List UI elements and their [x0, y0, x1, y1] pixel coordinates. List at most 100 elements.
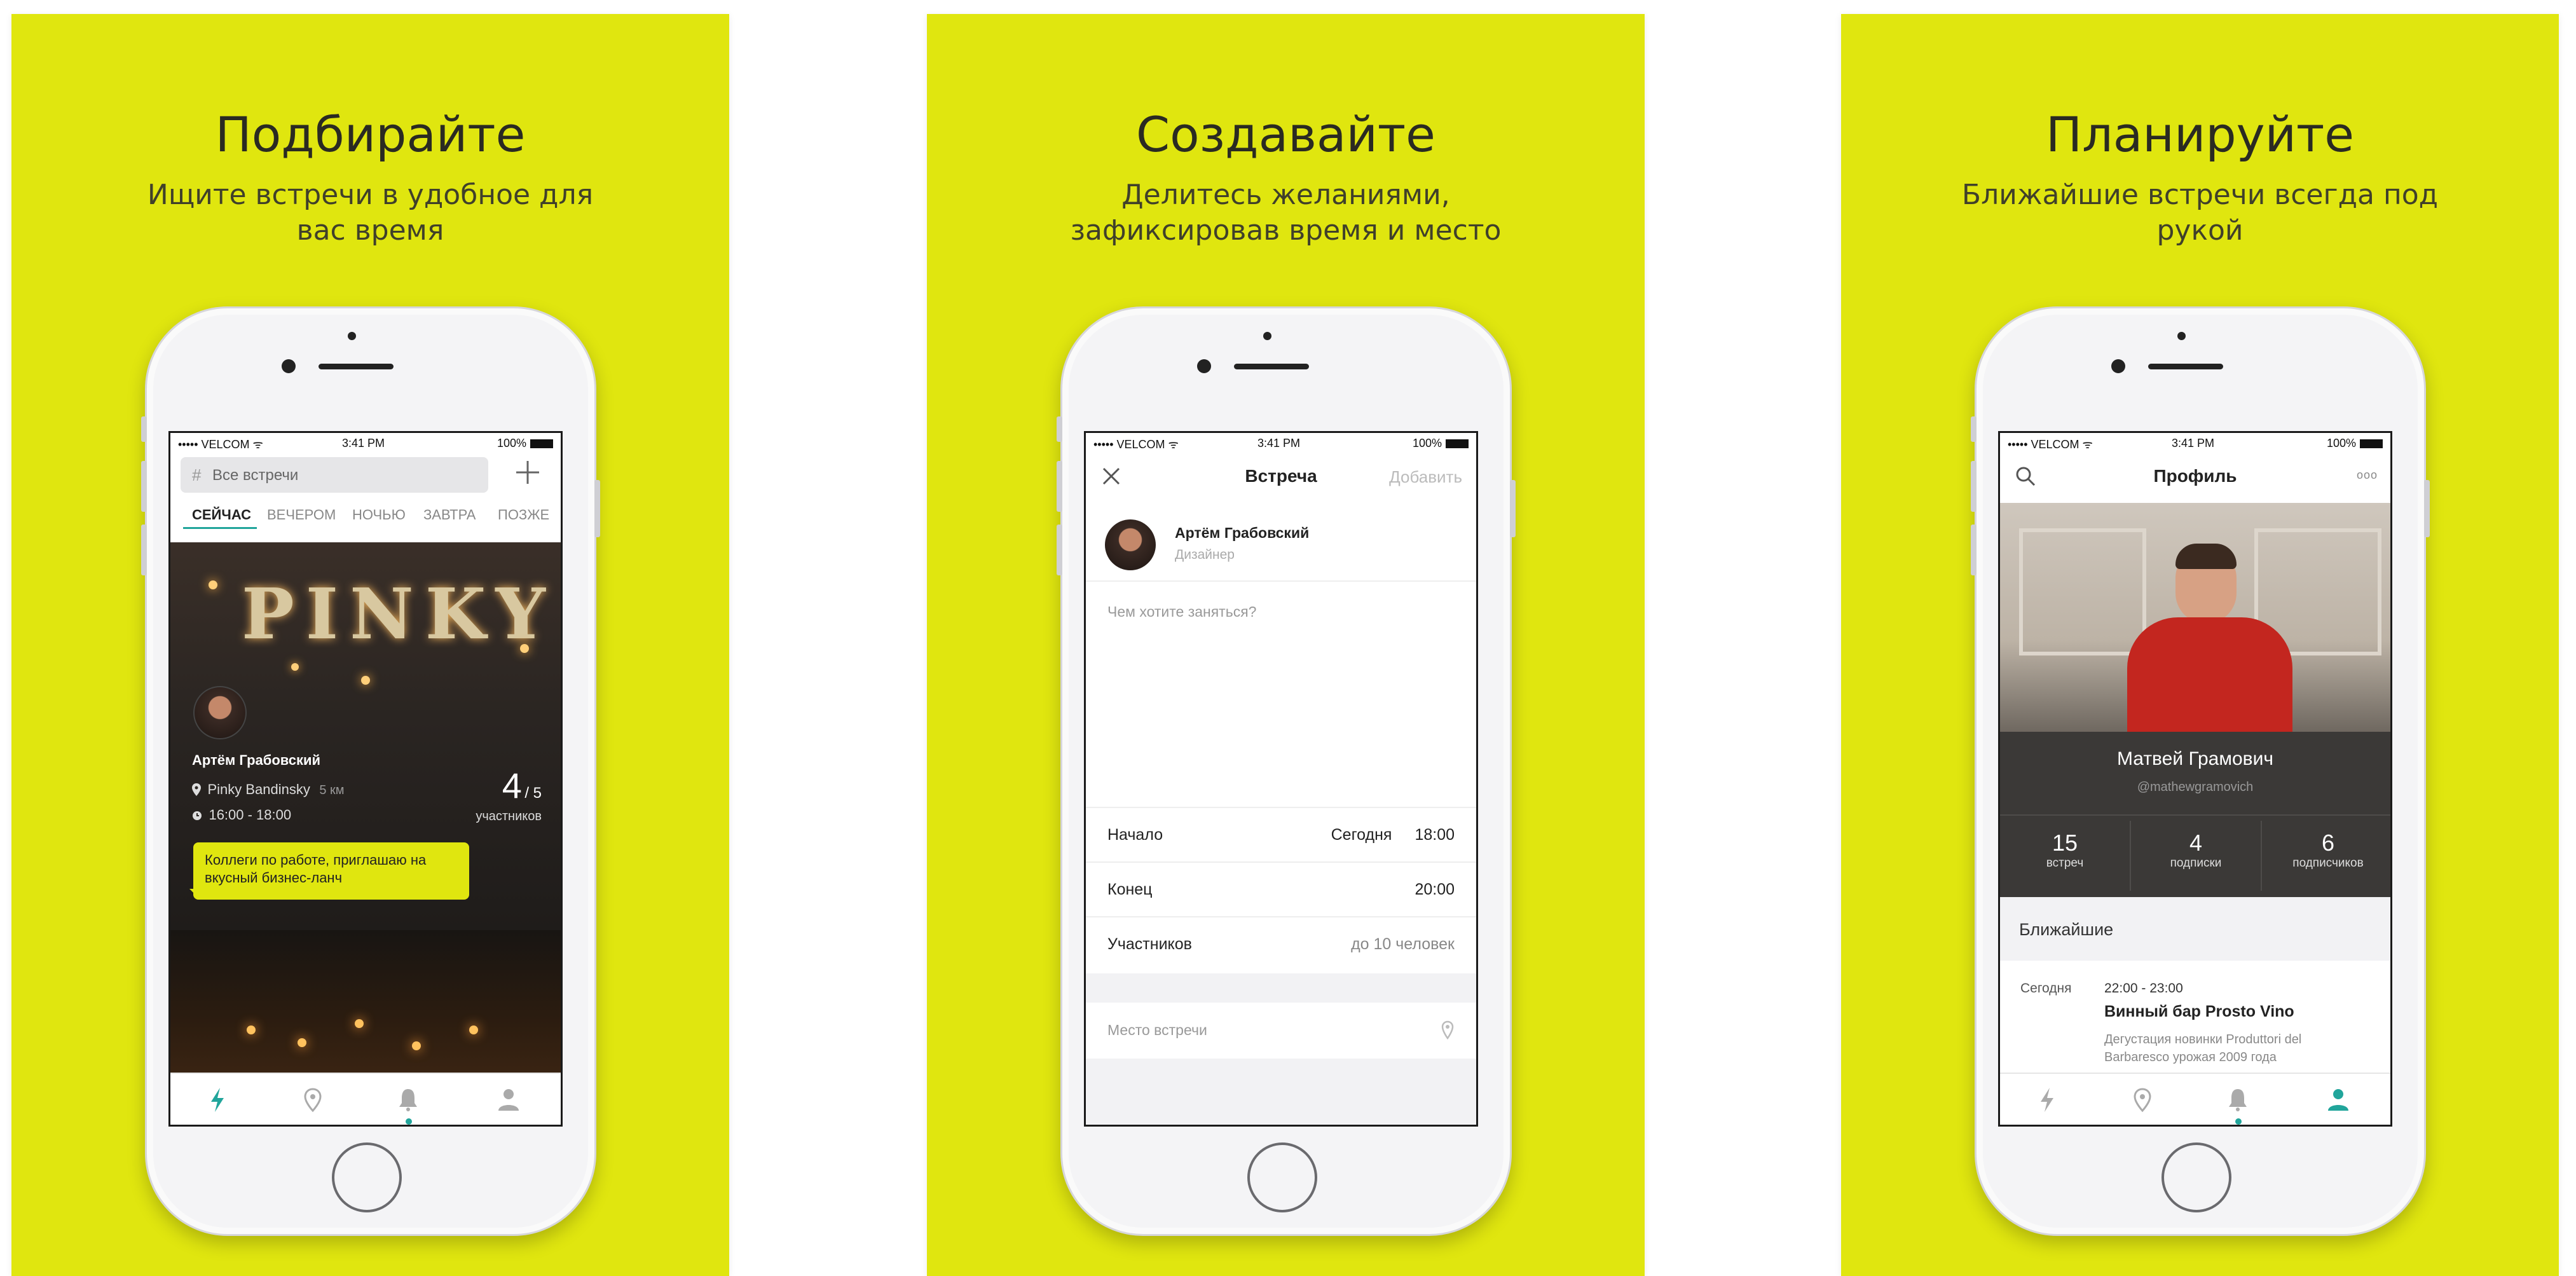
tab-later[interactable]: ПОЗЖЕ	[498, 507, 549, 523]
battery-percent: 100%	[2326, 437, 2356, 449]
description-input[interactable]: Чем хотите заняться?	[1107, 603, 1256, 621]
panel-browse: Подбирайте Ищите встречи в удобное для в…	[11, 14, 729, 1276]
upcoming-event[interactable]: Сегодня 22:00 - 23:00 Винный бар Prosto …	[2000, 961, 2390, 1081]
place-input[interactable]: Место встречи	[1107, 1022, 1207, 1039]
participants-value: до 10 человек	[1351, 935, 1455, 953]
volume-up-button	[1057, 461, 1062, 512]
profile-name: Матвей Грамович	[2116, 748, 2274, 769]
power-button	[2424, 480, 2430, 537]
light-bulb	[469, 1026, 478, 1034]
sensor	[2177, 332, 2186, 340]
panel-subtitle: Делитесь желаниями, зафиксировав время и…	[1070, 179, 1502, 247]
stat-followers[interactable]: 6 подписчиков	[2262, 821, 2390, 891]
organizer-name: Артём Грабовский	[192, 752, 321, 768]
stat-following[interactable]: 4 подписки	[2131, 821, 2262, 891]
light-bulb	[247, 1026, 256, 1034]
profile-photo	[2000, 503, 2390, 732]
tab-map[interactable]	[2128, 1085, 2156, 1115]
battery-indicator: 100%	[2327, 437, 2383, 450]
tab-notifications[interactable]	[2224, 1085, 2252, 1115]
home-button[interactable]	[1247, 1142, 1317, 1212]
volume-down-button	[1971, 525, 1977, 575]
battery-indicator: 100%	[497, 437, 553, 450]
status-bar: ••••• VELCOM ᯤ 3:41 PM 100%	[2000, 433, 2390, 452]
search-input[interactable]: Все встречи	[212, 467, 298, 484]
light-bulb	[291, 663, 299, 671]
carrier-label: ••••• VELCOM ᯤ	[178, 438, 263, 451]
author-name: Артём Грабовский	[1175, 525, 1310, 541]
profile-info: Матвей Грамович @mathewgramovich 15 встр…	[2000, 732, 2390, 897]
participants-count: 4 / 5	[502, 765, 542, 806]
volume-up-button	[1971, 461, 1977, 512]
author-role: Дизайнер	[1175, 547, 1235, 562]
hashtag-icon: #	[192, 465, 202, 484]
event-description: Дегустация новинки Produttori del Barbar…	[2104, 1032, 2302, 1064]
battery-icon	[530, 439, 553, 448]
tab-now[interactable]: СЕЙЧАС	[192, 507, 251, 523]
status-time: 3:41 PM	[342, 437, 385, 449]
light-bulb	[361, 676, 370, 685]
notification-indicator	[2235, 1118, 2242, 1125]
earpiece-speaker	[1234, 364, 1309, 369]
bell-icon	[2229, 1089, 2247, 1111]
tab-tomorrow[interactable]: ЗАВТРА	[423, 507, 476, 523]
stat-value: 6	[2321, 830, 2335, 856]
home-button[interactable]	[332, 1142, 402, 1212]
home-button[interactable]	[2162, 1142, 2231, 1212]
window-frame	[2019, 528, 2146, 655]
tab-profile[interactable]	[495, 1085, 523, 1115]
battery-icon	[2360, 439, 2383, 448]
stat-meetings[interactable]: 15 встреч	[2000, 821, 2131, 891]
end-label: Конец	[1107, 881, 1153, 898]
start-time: 18:00	[1415, 826, 1455, 844]
meeting-card[interactable]: PINKY Артём Грабовский Pinky Bandinsky 5…	[170, 542, 561, 930]
battery-icon	[1446, 439, 1469, 448]
tab-notifications[interactable]	[394, 1085, 422, 1115]
participants-row[interactable]: Участников до 10 человек	[1086, 917, 1476, 972]
time-line: 16:00 - 18:00	[192, 807, 291, 823]
lightning-icon	[211, 1088, 224, 1112]
next-meeting-card[interactable]	[170, 930, 561, 1076]
tab-profile[interactable]	[2324, 1085, 2352, 1115]
phone-frame: ••••• VELCOM ᯤ 3:41 PM 100% Профиль ooo …	[1971, 306, 2430, 1236]
battery-indicator: 100%	[1413, 437, 1469, 450]
clock-icon	[193, 811, 202, 820]
notification-indicator	[406, 1118, 412, 1125]
status-time: 3:41 PM	[1257, 437, 1301, 449]
message-text: Коллеги по работе, приглашаю на вкусный …	[205, 852, 427, 886]
nav-bar: Встреча Добавить	[1086, 452, 1476, 503]
tab-evening[interactable]: ВЕЧЕРОМ	[267, 507, 336, 523]
start-label: Начало	[1107, 826, 1163, 844]
more-button[interactable]: ooo	[2357, 469, 2378, 482]
location-line: Pinky Bandinsky 5 км	[192, 781, 345, 800]
add-button[interactable]: Добавить	[1389, 467, 1462, 487]
end-row[interactable]: Конец 20:00	[1086, 863, 1476, 917]
power-button	[594, 480, 600, 537]
nav-title: Профиль	[2153, 466, 2237, 486]
participants-label: Участников	[1107, 935, 1192, 953]
message-bubble: Коллеги по работе, приглашаю на вкусный …	[193, 842, 469, 900]
start-row[interactable]: Начало Сегодня 18:00	[1086, 808, 1476, 863]
avatar[interactable]	[193, 686, 247, 739]
participants-label: участников	[476, 809, 542, 823]
panel-create: Создавайте Делитесь желаниями, зафиксиро…	[927, 14, 1645, 1276]
venue-name: Pinky Bandinsky	[207, 781, 310, 797]
tab-feed[interactable]	[203, 1085, 231, 1115]
tab-map[interactable]	[299, 1085, 327, 1115]
pin-icon	[192, 783, 201, 796]
person-hair	[2175, 544, 2237, 569]
light-bulb	[298, 1038, 306, 1047]
start-day: Сегодня	[1331, 826, 1392, 844]
battery-percent: 100%	[1412, 437, 1442, 449]
search-bar[interactable]: # Все встречи	[181, 457, 488, 493]
earpiece-speaker	[2148, 364, 2223, 369]
tab-feed[interactable]	[2033, 1085, 2061, 1115]
mute-switch	[1971, 416, 1977, 442]
person-sweater	[2127, 617, 2292, 732]
screen-create: ••••• VELCOM ᯤ 3:41 PM 100% Встреча Доба…	[1084, 431, 1478, 1127]
tab-night[interactable]: НОЧЬЮ	[352, 507, 406, 523]
add-meeting-button[interactable]	[511, 456, 544, 489]
place-row[interactable]: Место встречи	[1086, 1003, 1476, 1059]
plus-icon	[516, 461, 539, 484]
battery-percent: 100%	[497, 437, 526, 449]
